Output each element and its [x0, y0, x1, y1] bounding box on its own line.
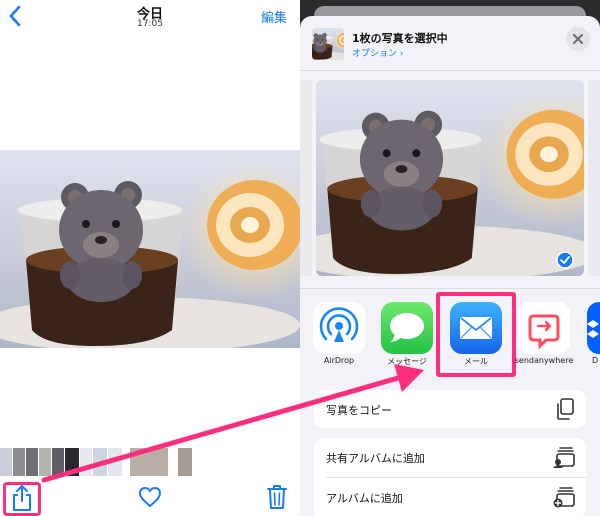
trash-icon[interactable] [266, 484, 288, 510]
share-icon[interactable] [10, 484, 34, 512]
share-sheet-title: 1枚の写真を選択中 [352, 32, 448, 45]
edit-button[interactable]: 編集 [261, 7, 287, 26]
thumbnail[interactable] [65, 448, 79, 476]
action-label: 写真をコピー [326, 404, 392, 417]
thumbnail[interactable] [13, 448, 25, 476]
add-album-icon [553, 487, 575, 508]
close-button[interactable] [566, 27, 590, 51]
header-divider [300, 70, 600, 71]
action-label: 共有アルバムに追加 [326, 452, 425, 465]
thumbnail[interactable] [80, 448, 92, 476]
thumbnail[interactable] [93, 448, 107, 476]
airdrop-app[interactable] [313, 302, 365, 354]
sendanywhere-icon [528, 314, 560, 350]
thumbnail-strip[interactable] [0, 448, 300, 476]
photos-app: 今日 17:05 編集 [0, 0, 300, 516]
thumbnail[interactable] [0, 448, 12, 476]
airdrop-icon [319, 307, 359, 342]
thumbnail[interactable] [39, 448, 51, 476]
shared-album-icon [553, 447, 575, 468]
messages-icon [381, 302, 433, 354]
thumbnail[interactable] [108, 448, 122, 476]
apps-divider [300, 288, 600, 289]
main-photo[interactable] [0, 150, 300, 348]
action-label: アルバムに追加 [326, 492, 403, 505]
sendanywhere-app[interactable] [518, 302, 570, 354]
options-link[interactable]: オプション › [352, 46, 403, 59]
dropbox-app[interactable] [587, 302, 600, 354]
messages-app[interactable] [381, 302, 433, 354]
thumbnail[interactable] [26, 448, 38, 476]
adjacent-photo-preview[interactable] [588, 80, 600, 276]
photo-preview[interactable] [316, 80, 584, 276]
selected-photo-thumbnail [312, 28, 344, 60]
checkmark-icon[interactable] [556, 251, 574, 269]
copy-photo-action[interactable]: 写真をコピー [314, 390, 586, 428]
photos-nav-bar: 今日 17:05 編集 [0, 0, 300, 34]
thumbnail[interactable] [52, 448, 64, 476]
add-to-album-action[interactable]: アルバムに追加 [314, 478, 586, 516]
close-icon [573, 34, 583, 44]
app-label: D [592, 356, 599, 365]
copy-icon [557, 398, 574, 420]
dropbox-icon [587, 320, 599, 338]
add-to-shared-album-action[interactable]: 共有アルバムに追加 [314, 438, 586, 476]
adjacent-photo-preview[interactable] [300, 80, 312, 276]
heart-icon[interactable] [138, 486, 162, 508]
app-label: sendanywhere [514, 356, 574, 365]
nav-time: 17:05 [137, 19, 163, 29]
thumbnail-current[interactable] [130, 448, 168, 476]
thumbnail[interactable] [178, 448, 192, 476]
